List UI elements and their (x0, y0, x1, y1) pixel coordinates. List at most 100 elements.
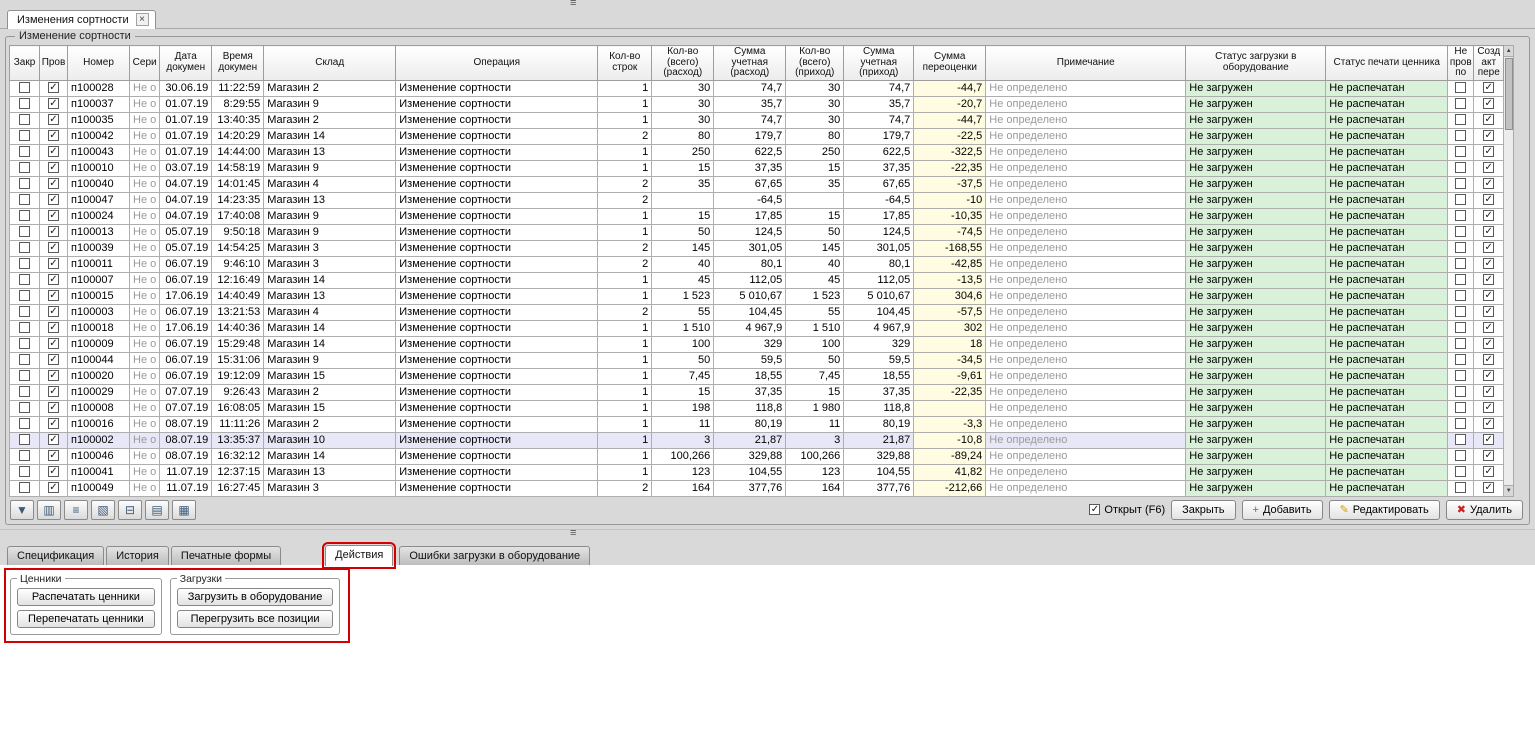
cell-zakr[interactable] (10, 448, 40, 464)
cell-prov[interactable]: ✓ (40, 304, 68, 320)
cell-sozd[interactable]: ✓ (1474, 368, 1504, 384)
cell-ne_prov[interactable] (1448, 384, 1474, 400)
sozd-checkbox[interactable]: ✓ (1483, 322, 1494, 333)
table-row[interactable]: ✓п100024Не о04.07.1917:40:08Магазин 9Изм… (10, 208, 1504, 224)
cell-ne_prov[interactable] (1448, 320, 1474, 336)
edit-button[interactable]: ✎Редактировать (1329, 500, 1440, 520)
table-row[interactable]: ✓п100011Не о06.07.199:46:10Магазин 3Изме… (10, 256, 1504, 272)
table-row[interactable]: ✓п100043Не о01.07.1914:44:00Магазин 13Из… (10, 144, 1504, 160)
cell-prov[interactable]: ✓ (40, 272, 68, 288)
cell-zakr[interactable] (10, 256, 40, 272)
column-header-print_status[interactable]: Статус печати ценника (1326, 46, 1448, 81)
ne_prov-checkbox[interactable] (1455, 226, 1466, 237)
zakr-checkbox[interactable] (19, 338, 30, 349)
cell-prov[interactable]: ✓ (40, 320, 68, 336)
cell-prov[interactable]: ✓ (40, 336, 68, 352)
vertical-scrollbar[interactable]: ▲ ▼ (1504, 45, 1514, 497)
zakr-checkbox[interactable] (19, 386, 30, 397)
prov-checkbox[interactable]: ✓ (48, 178, 59, 189)
prov-checkbox[interactable]: ✓ (48, 274, 59, 285)
horizontal-splitter[interactable]: ≡ (0, 529, 1535, 539)
cell-zakr[interactable] (10, 304, 40, 320)
cell-prov[interactable]: ✓ (40, 128, 68, 144)
cell-zakr[interactable] (10, 272, 40, 288)
column-setup-icon[interactable]: ▦ (172, 500, 196, 520)
table-row[interactable]: ✓п100015Не о17.06.1914:40:49Магазин 13Из… (10, 288, 1504, 304)
zakr-checkbox[interactable] (19, 322, 30, 333)
prov-checkbox[interactable]: ✓ (48, 370, 59, 381)
ne_prov-checkbox[interactable] (1455, 130, 1466, 141)
cell-zakr[interactable] (10, 336, 40, 352)
cell-prov[interactable]: ✓ (40, 144, 68, 160)
cell-sozd[interactable]: ✓ (1474, 352, 1504, 368)
cell-sozd[interactable]: ✓ (1474, 80, 1504, 96)
table-row[interactable]: ✓п100042Не о01.07.1914:20:29Магазин 14Из… (10, 128, 1504, 144)
cell-sozd[interactable]: ✓ (1474, 192, 1504, 208)
sozd-checkbox[interactable]: ✓ (1483, 194, 1494, 205)
ne_prov-checkbox[interactable] (1455, 258, 1466, 269)
sozd-checkbox[interactable]: ✓ (1483, 338, 1494, 349)
cell-zakr[interactable] (10, 416, 40, 432)
cell-zakr[interactable] (10, 128, 40, 144)
prov-checkbox[interactable]: ✓ (48, 322, 59, 333)
table-row[interactable]: ✓п100010Не о03.07.1914:58:19Магазин 9Изм… (10, 160, 1504, 176)
prov-checkbox[interactable]: ✓ (48, 290, 59, 301)
zakr-checkbox[interactable] (19, 130, 30, 141)
table-row[interactable]: ✓п100009Не о06.07.1915:29:48Магазин 14Из… (10, 336, 1504, 352)
zakr-checkbox[interactable] (19, 242, 30, 253)
open-f6-checkbox-box[interactable]: ✓ (1089, 504, 1100, 515)
cell-prov[interactable]: ✓ (40, 224, 68, 240)
splitter-grip-icon[interactable]: ≡ (570, 527, 576, 539)
tab-load-errors[interactable]: Ошибки загрузки в оборудование (399, 546, 590, 565)
prov-checkbox[interactable]: ✓ (48, 450, 59, 461)
prov-checkbox[interactable]: ✓ (48, 98, 59, 109)
table-row[interactable]: ✓п100039Не о05.07.1914:54:25Магазин 3Изм… (10, 240, 1504, 256)
cell-ne_prov[interactable] (1448, 176, 1474, 192)
sozd-checkbox[interactable]: ✓ (1483, 386, 1494, 397)
column-header-qty_out[interactable]: Кол-во (всего) (расход) (652, 46, 714, 81)
cell-sozd[interactable]: ✓ (1474, 432, 1504, 448)
ne_prov-checkbox[interactable] (1455, 82, 1466, 93)
table-row[interactable]: ✓п100047Не о04.07.1914:23:35Магазин 13Из… (10, 192, 1504, 208)
cell-prov[interactable]: ✓ (40, 160, 68, 176)
column-header-ne_prov[interactable]: Не пров по (1448, 46, 1474, 81)
ne_prov-checkbox[interactable] (1455, 274, 1466, 285)
ne_prov-checkbox[interactable] (1455, 322, 1466, 333)
cell-sozd[interactable]: ✓ (1474, 240, 1504, 256)
prov-checkbox[interactable]: ✓ (48, 306, 59, 317)
prov-checkbox[interactable]: ✓ (48, 258, 59, 269)
cell-sozd[interactable]: ✓ (1474, 272, 1504, 288)
column-header-number[interactable]: Номер (68, 46, 130, 81)
prov-checkbox[interactable]: ✓ (48, 418, 59, 429)
column-header-time[interactable]: Время докумен (212, 46, 264, 81)
zakr-checkbox[interactable] (19, 194, 30, 205)
zakr-checkbox[interactable] (19, 466, 30, 477)
zakr-checkbox[interactable] (19, 306, 30, 317)
cell-ne_prov[interactable] (1448, 112, 1474, 128)
tab-specification[interactable]: Спецификация (7, 546, 104, 565)
sozd-checkbox[interactable]: ✓ (1483, 82, 1494, 93)
cell-ne_prov[interactable] (1448, 240, 1474, 256)
prov-checkbox[interactable]: ✓ (48, 434, 59, 445)
column-header-qty_in[interactable]: Кол-во (всего) (приход) (786, 46, 844, 81)
cell-ne_prov[interactable] (1448, 224, 1474, 240)
ne_prov-checkbox[interactable] (1455, 466, 1466, 477)
table-row[interactable]: ✓п100044Не о06.07.1915:31:06Магазин 9Изм… (10, 352, 1504, 368)
cell-zakr[interactable] (10, 320, 40, 336)
cell-prov[interactable]: ✓ (40, 176, 68, 192)
column-header-note[interactable]: Примечание (986, 46, 1186, 81)
sozd-checkbox[interactable]: ✓ (1483, 466, 1494, 477)
prov-checkbox[interactable]: ✓ (48, 194, 59, 205)
cell-ne_prov[interactable] (1448, 368, 1474, 384)
cell-ne_prov[interactable] (1448, 144, 1474, 160)
sozd-checkbox[interactable]: ✓ (1483, 482, 1494, 493)
sozd-checkbox[interactable]: ✓ (1483, 306, 1494, 317)
sozd-checkbox[interactable]: ✓ (1483, 402, 1494, 413)
cell-prov[interactable]: ✓ (40, 432, 68, 448)
ne_prov-checkbox[interactable] (1455, 290, 1466, 301)
cell-zakr[interactable] (10, 224, 40, 240)
sozd-checkbox[interactable]: ✓ (1483, 178, 1494, 189)
cell-sozd[interactable]: ✓ (1474, 384, 1504, 400)
tab-izmeneniya-sortnosti[interactable]: Изменения сортности × (7, 10, 156, 29)
prov-checkbox[interactable]: ✓ (48, 130, 59, 141)
